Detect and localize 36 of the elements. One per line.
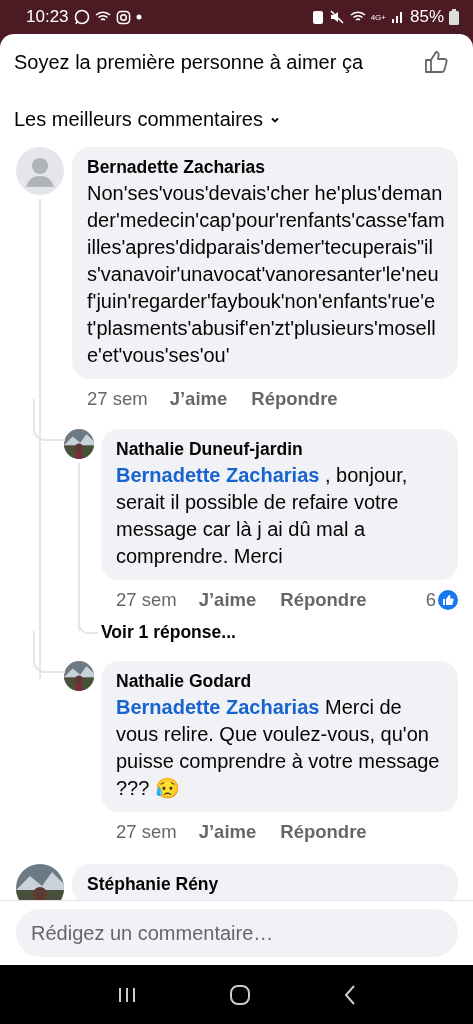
sort-dropdown[interactable]: Les meilleurs commentaires xyxy=(14,108,281,131)
camera-icon xyxy=(115,9,131,25)
status-time: 10:23 xyxy=(26,7,69,27)
comment-input[interactable]: Rédigez un commentaire… xyxy=(16,909,458,957)
chat-icon xyxy=(73,9,90,25)
battery-percent: 85% xyxy=(409,7,444,27)
comment-text: Non'ses'vous'devais'cher he'plus'demander'medecin'cap'pour'renfants'casse'familles'apres'didparais'demer'tecuperais"ils'vanavoir'unavocat'vanoresanter'le'neuf'juin'regarder'faybouk'non'enfants'rue'et'plasments'abusif'en'zt'plusieurs'moselle'et'vous'ses'ou' xyxy=(87,181,446,368)
reply-link[interactable]: Répondre xyxy=(280,821,367,843)
thumbs-up-icon[interactable] xyxy=(423,49,449,75)
like-link[interactable]: J’aime xyxy=(198,589,257,611)
like-link[interactable]: J’aime xyxy=(169,388,228,410)
comment-text: Bernadette Zacharias Merci de vous relire. Que voulez-vous, qu'on puisse comprendre à votre message ??? 😥 xyxy=(116,695,441,801)
comment-time: 27 sem xyxy=(116,589,177,611)
mute-icon xyxy=(328,9,345,25)
like-icon[interactable] xyxy=(438,590,458,610)
comment-time: 27 sem xyxy=(87,388,148,410)
comment-author[interactable]: Nathalie Duneuf-jardin xyxy=(116,439,446,460)
network-label: 4G+ xyxy=(370,12,386,22)
comment-text: Bernadette Zacharias , bonjour, serait il possible de refaire votre message car là j ai dû mal a comprendre. Merci xyxy=(116,463,409,569)
dot-icon xyxy=(135,14,142,20)
signal-icon xyxy=(390,10,405,24)
comment-author[interactable]: Stéphanie Rény xyxy=(87,874,446,895)
reply-link[interactable]: Répondre xyxy=(280,589,367,611)
comment-author[interactable]: Nathalie Godard xyxy=(116,671,446,692)
battery-saver-icon xyxy=(311,9,324,25)
reply-link[interactable]: Répondre xyxy=(251,388,338,410)
reaction-count: 6 xyxy=(425,589,436,611)
mention-link[interactable]: Bernadette Zacharias xyxy=(116,696,320,718)
view-replies-link[interactable]: Voir 1 réponse... xyxy=(101,622,236,643)
home-icon[interactable] xyxy=(228,983,251,1006)
comment-time: 27 sem xyxy=(116,821,177,843)
battery-icon xyxy=(449,9,459,25)
mention-link[interactable]: Bernadette Zacharias xyxy=(116,464,320,486)
comment-author[interactable]: Bernadette Zacharias xyxy=(87,157,446,178)
likes-prompt: Soyez la première personne à aimer ça xyxy=(14,50,364,74)
like-link[interactable]: J’aime xyxy=(198,821,257,843)
